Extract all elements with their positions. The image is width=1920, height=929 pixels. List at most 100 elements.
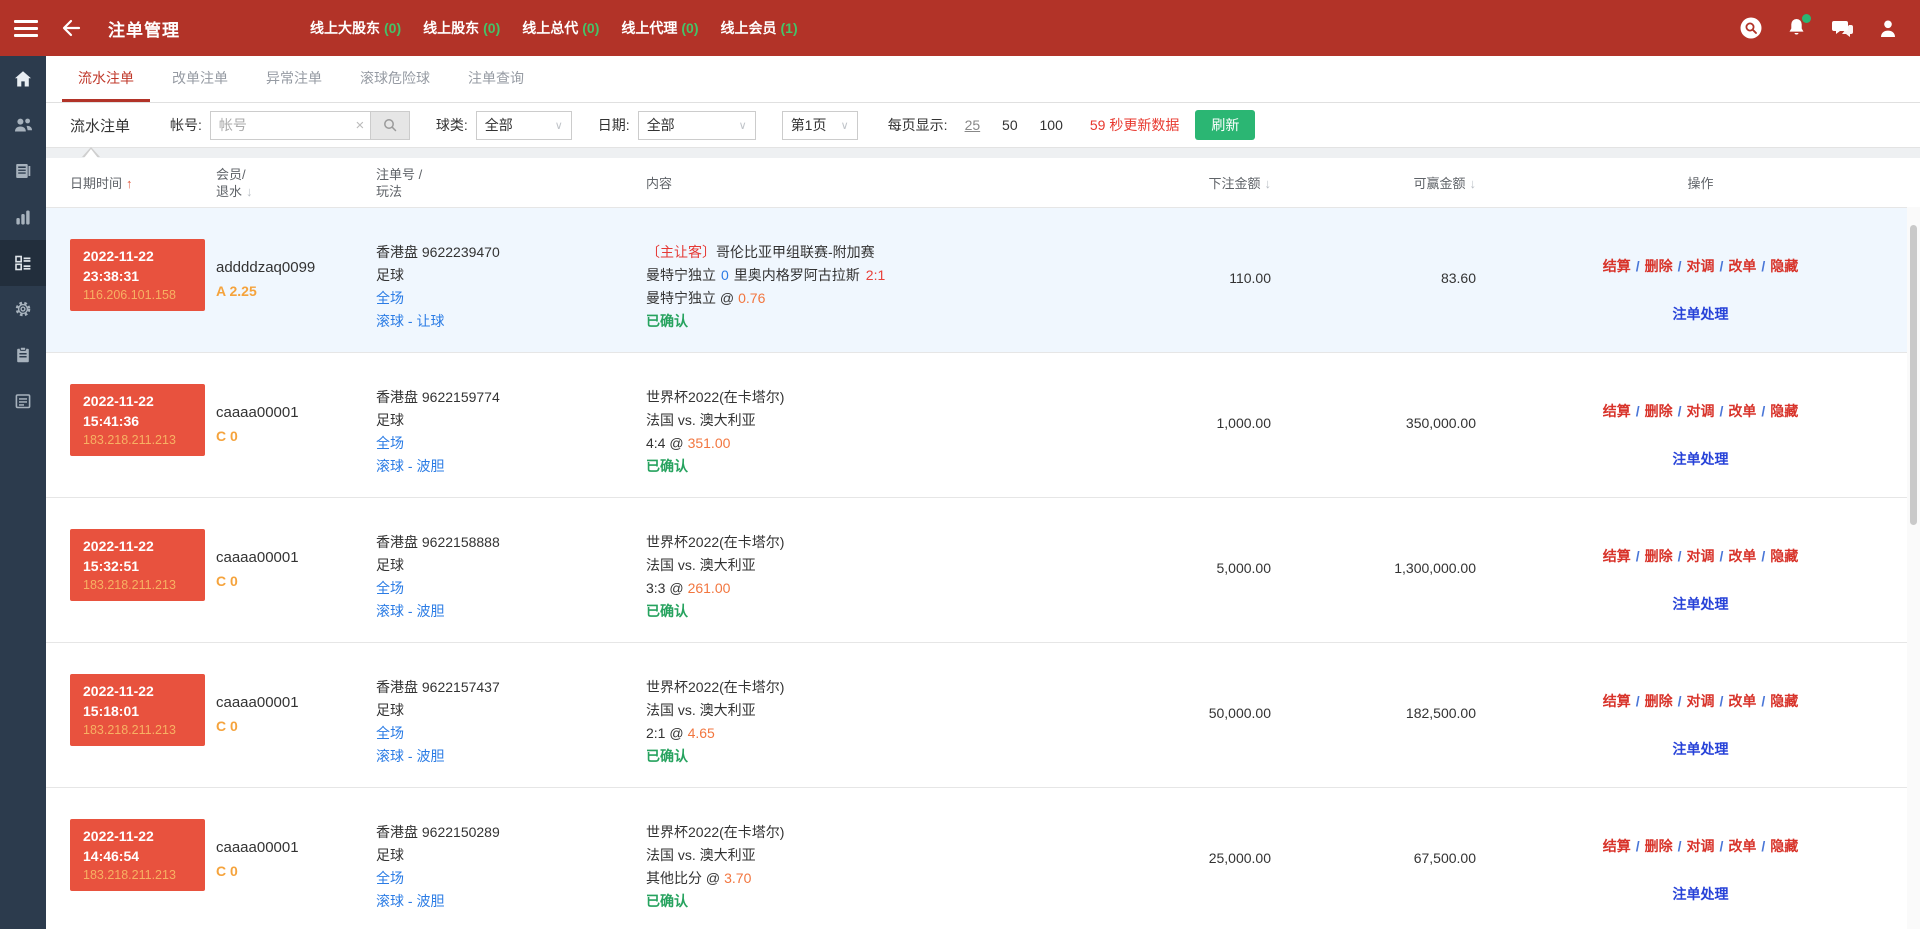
top-icons (1740, 17, 1898, 39)
modify-link[interactable]: 改单 (1728, 838, 1756, 854)
sidebar-item-settings[interactable] (0, 286, 46, 332)
menu-icon[interactable] (14, 16, 38, 41)
bet-play-link[interactable]: 滚球 - 让球 (376, 313, 444, 329)
bell-icon[interactable] (1786, 17, 1807, 39)
hide-link[interactable]: 隐藏 (1770, 548, 1798, 564)
bet-tag: 〔主让客〕 (646, 244, 716, 260)
top-nav-item[interactable]: 线上股东(0) (423, 18, 500, 38)
hide-link[interactable]: 隐藏 (1770, 258, 1798, 274)
hide-link[interactable]: 隐藏 (1770, 403, 1798, 419)
delete-link[interactable]: 删除 (1645, 258, 1673, 274)
sidebar-item-orders[interactable] (0, 240, 46, 286)
chat-icon[interactable] (1831, 18, 1854, 39)
page-size-option[interactable]: 25 (965, 117, 981, 133)
settle-link[interactable]: 结算 (1603, 693, 1631, 709)
sidebar-item-members[interactable] (0, 102, 46, 148)
process-order-link[interactable]: 注单处理 (1673, 884, 1729, 904)
date-badge: 2022-11-22 15:32:51 183.218.211.213 (70, 529, 205, 601)
page-size-option[interactable]: 100 (1040, 117, 1063, 133)
swap-link[interactable]: 对调 (1687, 693, 1715, 709)
clipboard-icon (13, 345, 33, 365)
sidebar-item-logs[interactable] (0, 332, 46, 378)
col-header-date[interactable]: 日期时间↑ (70, 173, 216, 192)
settle-link[interactable]: 结算 (1603, 403, 1631, 419)
odds-value: 4.65 (688, 725, 715, 741)
process-order-link[interactable]: 注单处理 (1673, 594, 1729, 614)
delete-link[interactable]: 删除 (1645, 403, 1673, 419)
sidebar-item-reports[interactable] (0, 148, 46, 194)
cell-member: caaaa00001 C 0 (216, 643, 376, 787)
tab[interactable]: 异常注单 (250, 56, 338, 102)
search-circle-icon[interactable] (1740, 17, 1762, 39)
settle-link[interactable]: 结算 (1603, 258, 1631, 274)
modify-link[interactable]: 改单 (1728, 693, 1756, 709)
modify-link[interactable]: 改单 (1728, 548, 1756, 564)
col-header-member[interactable]: 会员/退水↓ (216, 166, 376, 200)
sidebar-item-home[interactable] (0, 56, 46, 102)
top-nav-item[interactable]: 线上总代(0) (522, 18, 599, 38)
date-select[interactable]: 全部 ∨ (638, 111, 756, 140)
hide-link[interactable]: 隐藏 (1770, 838, 1798, 854)
delete-link[interactable]: 删除 (1645, 838, 1673, 854)
swap-link[interactable]: 对调 (1687, 258, 1715, 274)
col-header-win-amount[interactable]: 可赢金额↓ (1276, 173, 1481, 192)
account-input[interactable] (210, 111, 370, 140)
bet-play-link[interactable]: 滚球 - 波胆 (376, 893, 444, 909)
refresh-button[interactable]: 刷新 (1195, 110, 1255, 140)
cell-actions: 结算/删除/对调/改单/隐藏 注单处理 (1481, 353, 1920, 497)
search-button[interactable] (370, 111, 410, 140)
page-select[interactable]: 第1页 ∨ (782, 111, 858, 140)
user-icon[interactable] (1878, 18, 1898, 39)
tab[interactable]: 滚球危险球 (344, 56, 446, 102)
hide-link[interactable]: 隐藏 (1770, 693, 1798, 709)
top-nav-count: (0) (582, 20, 599, 36)
cell-content: 世界杯2022(在卡塔尔) 法国 vs. 澳大利亚 其他比分 @3.70 已确认 (646, 788, 1066, 929)
bet-play-link[interactable]: 滚球 - 波胆 (376, 748, 444, 764)
delete-link[interactable]: 删除 (1645, 693, 1673, 709)
cell-actions: 结算/删除/对调/改单/隐藏 注单处理 (1481, 498, 1920, 642)
tab[interactable]: 改单注单 (156, 56, 244, 102)
process-order-link[interactable]: 注单处理 (1673, 449, 1729, 469)
bet-scope-link[interactable]: 全场 (376, 725, 404, 741)
bet-scope-link[interactable]: 全场 (376, 435, 404, 451)
top-nav-item[interactable]: 线上会员(1) (721, 18, 798, 38)
top-nav-item[interactable]: 线上代理(0) (621, 18, 698, 38)
tab[interactable]: 注单查询 (452, 56, 540, 102)
settle-link[interactable]: 结算 (1603, 548, 1631, 564)
member-rebate: A 2.25 (216, 280, 376, 302)
bet-scope-link[interactable]: 全场 (376, 870, 404, 886)
settle-link[interactable]: 结算 (1603, 838, 1631, 854)
swap-link[interactable]: 对调 (1687, 838, 1715, 854)
process-order-link[interactable]: 注单处理 (1673, 304, 1729, 324)
bet-ip: 183.218.211.213 (83, 431, 205, 450)
sidebar-item-cards[interactable] (0, 378, 46, 424)
col-header-bet-amount[interactable]: 下注金额↓ (1066, 173, 1276, 192)
tab[interactable]: 流水注单 (62, 56, 150, 102)
page-size-option[interactable]: 50 (1002, 117, 1018, 133)
bet-scope-link[interactable]: 全场 (376, 290, 404, 306)
modify-link[interactable]: 改单 (1728, 403, 1756, 419)
swap-link[interactable]: 对调 (1687, 403, 1715, 419)
bet-play-link[interactable]: 滚球 - 波胆 (376, 458, 444, 474)
section-label: 流水注单 (70, 115, 130, 136)
date-badge: 2022-11-22 23:38:31 116.206.101.158 (70, 239, 205, 311)
top-nav-item[interactable]: 线上大股东(0) (310, 18, 401, 38)
col-header-bet[interactable]: 注单号 /玩法 (376, 166, 646, 200)
back-icon[interactable] (60, 17, 82, 39)
process-order-link[interactable]: 注单处理 (1673, 739, 1729, 759)
sidebar-item-stats[interactable] (0, 194, 46, 240)
cell-member: caaaa00001 C 0 (216, 498, 376, 642)
modify-link[interactable]: 改单 (1728, 258, 1756, 274)
clear-icon[interactable]: × (350, 117, 370, 134)
tab-label: 滚球危险球 (360, 68, 430, 88)
chevron-down-icon: ∨ (739, 119, 747, 132)
top-nav-label: 线上大股东 (310, 20, 380, 36)
swap-link[interactable]: 对调 (1687, 548, 1715, 564)
bet-scope-link[interactable]: 全场 (376, 580, 404, 596)
odds-value: 351.00 (688, 435, 731, 451)
sport-select[interactable]: 全部 ∨ (476, 111, 572, 140)
scrollbar-thumb[interactable] (1910, 225, 1917, 525)
cell-bet: 香港盘 9622239470 足球 全场 滚球 - 让球 (376, 208, 646, 352)
delete-link[interactable]: 删除 (1645, 548, 1673, 564)
bet-play-link[interactable]: 滚球 - 波胆 (376, 603, 444, 619)
